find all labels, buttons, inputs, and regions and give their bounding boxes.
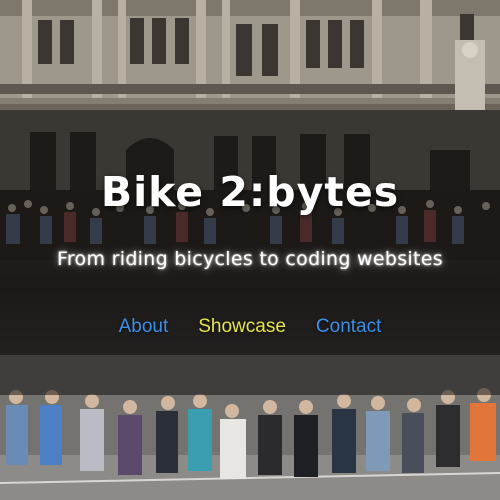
nav-link-showcase[interactable]: Showcase (198, 316, 286, 338)
nav-link-about[interactable]: About (119, 316, 169, 338)
nav-link-contact[interactable]: Contact (316, 316, 381, 338)
site-title: Bike 2:bytes (100, 168, 400, 216)
site-tagline: From riding bicycles to coding websites (57, 248, 443, 270)
main-nav: About Showcase Contact (0, 316, 500, 338)
page: Bike 2:bytes From riding bicycles to cod… (0, 0, 500, 500)
